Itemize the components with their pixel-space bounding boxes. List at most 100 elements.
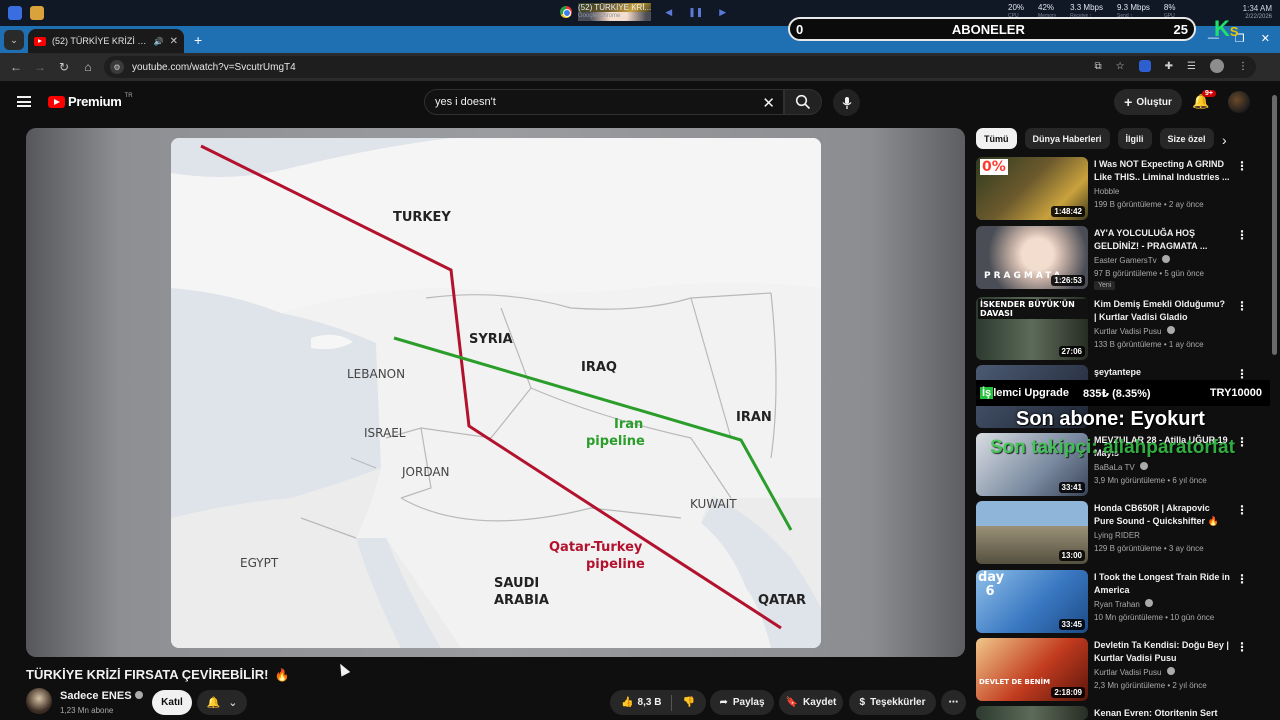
- video-player[interactable]: TURKEY SYRIA IRAQ IRAN SAUDI ARABIA QATA…: [26, 128, 965, 657]
- page-scrollbar[interactable]: [1272, 95, 1277, 355]
- video-thumbnail[interactable]: [976, 706, 1088, 720]
- site-info-icon[interactable]: ⚙: [110, 60, 124, 74]
- install-app-icon[interactable]: ⧉: [1095, 61, 1102, 72]
- address-bar[interactable]: ⚙ youtube.com/watch?v=SvcutrUmgT4 ⧉ ☆ ✚ …: [104, 56, 1256, 78]
- rec-channel[interactable]: Ryan Trahan: [1094, 598, 1154, 611]
- kebab-menu-icon[interactable]: ⋮: [1236, 503, 1248, 517]
- rec-channel[interactable]: Lying RIDER: [1094, 529, 1140, 542]
- close-window-icon[interactable]: ✕: [1261, 32, 1270, 45]
- back-icon[interactable]: ←: [4, 60, 28, 74]
- recommendation-item[interactable]: 0% 1:48:42 I Was NOT Expecting A GRIND L…: [976, 157, 1266, 221]
- map-label-qt-pipeline-1: Qatar-Turkey: [549, 540, 643, 555]
- rec-title[interactable]: şeytantepe: [1094, 366, 1230, 379]
- save-button[interactable]: 🔖 Kaydet: [779, 690, 843, 715]
- kebab-menu-icon[interactable]: ⋮: [1236, 299, 1248, 313]
- recommendation-item[interactable]: İSKENDER BÜYÜK'ÜN DAVASI 27:06 Kim Demiş…: [976, 297, 1266, 361]
- video-thumbnail[interactable]: day 6 33:45: [976, 570, 1088, 633]
- media-pause-icon[interactable]: ❚❚: [688, 7, 703, 18]
- dislike-button[interactable]: 👎: [682, 697, 694, 708]
- app-icon[interactable]: [8, 6, 22, 20]
- extension-icon[interactable]: [1138, 60, 1151, 72]
- chip-world-news[interactable]: Dünya Haberleri: [1024, 128, 1110, 149]
- clock[interactable]: 1:34 AM 2/22/2026: [1243, 4, 1272, 22]
- voice-search-button[interactable]: [833, 89, 860, 116]
- taskbar-chrome-window[interactable]: (52) TÜRKİYE KRİ... Google Chrome ◀ ❚❚ ▶: [560, 3, 726, 21]
- video-thumbnail[interactable]: İSKENDER BÜYÜK'ÜN DAVASI 27:06: [976, 297, 1088, 360]
- rec-stats: 10 Mn görüntüleme • 10 gün önce: [1094, 613, 1215, 622]
- rec-title[interactable]: I Took the Longest Train Ride in America: [1094, 571, 1230, 597]
- bookmark-star-icon[interactable]: ☆: [1116, 61, 1125, 72]
- rec-channel[interactable]: Kurtlar Vadisi Pusu: [1094, 666, 1175, 679]
- recommendation-item[interactable]: day 6 33:45 I Took the Longest Train Rid…: [976, 570, 1266, 634]
- browser-menu-icon[interactable]: ⋮: [1238, 61, 1248, 72]
- kebab-menu-icon[interactable]: ⋮: [1236, 228, 1248, 242]
- rec-title[interactable]: Honda CB650R | Akrapovic Pure Sound - Qu…: [1094, 502, 1230, 528]
- rec-title[interactable]: Kenan Evren: Otoritenin Sert: [1094, 707, 1230, 720]
- video-thumbnail[interactable]: 13:00: [976, 501, 1088, 564]
- rec-title[interactable]: Kim Demiş Emekli Olduğumu? | Kurtlar Vad…: [1094, 298, 1230, 324]
- rec-channel[interactable]: Easter GamersTv: [1094, 254, 1170, 267]
- channel-name[interactable]: Sadece ENES: [60, 690, 143, 702]
- map-label-saudi-1: SAUDI: [494, 576, 539, 591]
- thanks-label: Teşekkürler: [870, 697, 926, 708]
- notification-count-badge: 9+: [1202, 90, 1216, 97]
- account-avatar[interactable]: [1228, 91, 1250, 113]
- browser-tab-active[interactable]: (52) TÜRKİYE KRİZİ FIRSATA 🔊 ✕: [28, 29, 184, 53]
- like-button[interactable]: 👍 8,3 B: [621, 697, 661, 708]
- folder-icon[interactable]: [30, 6, 44, 20]
- create-button[interactable]: + Oluştur: [1114, 89, 1182, 115]
- extensions-puzzle-icon[interactable]: ✚: [1165, 61, 1173, 72]
- chevron-right-icon[interactable]: ›: [1222, 132, 1227, 148]
- rec-channel-text: Ryan Trahan: [1094, 600, 1140, 609]
- media-prev-icon[interactable]: ◀: [665, 7, 672, 18]
- donation-goal-overlay: İş lemci Upgrade 835₺ (8.35%) TRY10000: [976, 380, 1270, 406]
- verified-icon: [1140, 462, 1149, 470]
- rec-stats: 129 B görüntüleme • 3 ay önce: [1094, 544, 1204, 553]
- forward-icon[interactable]: →: [28, 60, 52, 74]
- kebab-menu-icon[interactable]: ⋮: [1236, 159, 1248, 173]
- chip-related[interactable]: İlgili: [1117, 128, 1152, 149]
- kebab-menu-icon[interactable]: ⋮: [1236, 435, 1248, 449]
- kebab-menu-icon[interactable]: ⋮: [1236, 367, 1248, 381]
- join-button[interactable]: Katıl: [152, 690, 192, 715]
- youtube-favicon-icon: [34, 36, 46, 46]
- tab-search-icon[interactable]: ⌄: [4, 30, 24, 50]
- rec-channel[interactable]: Hobble: [1094, 185, 1119, 198]
- video-thumbnail[interactable]: DEVLET DE BENİM 2:18:09: [976, 638, 1088, 701]
- rec-title[interactable]: AY'A YOLCULUĞA HOŞ GELDİNİZ! - PRAGMATA …: [1094, 227, 1230, 253]
- tab-close-icon[interactable]: ✕: [170, 36, 178, 47]
- profile-avatar-icon[interactable]: [1210, 59, 1224, 73]
- media-next-icon[interactable]: ▶: [719, 7, 726, 18]
- search-input[interactable]: yes i doesn't ✕: [424, 89, 784, 115]
- tab-audio-icon[interactable]: 🔊: [154, 37, 164, 46]
- recommendation-item[interactable]: 13:00 Honda CB650R | Akrapovic Pure Soun…: [976, 501, 1266, 565]
- chip-for-you[interactable]: Size özel: [1159, 128, 1214, 149]
- recommendation-item[interactable]: PRAGMATA 1:26:53 AY'A YOLCULUĞA HOŞ GELD…: [976, 226, 1266, 290]
- new-tab-icon[interactable]: +: [194, 32, 202, 48]
- recommendation-item[interactable]: Kenan Evren: Otoritenin Sert: [976, 706, 1266, 720]
- rec-channel[interactable]: BaBaLa TV: [1094, 461, 1149, 474]
- rec-title[interactable]: I Was NOT Expecting A GRIND Like THIS.. …: [1094, 158, 1230, 184]
- rec-title[interactable]: Devletin Ta Kendisi: Doğu Bey | Kurtlar …: [1094, 639, 1230, 665]
- more-actions-button[interactable]: ⋯: [941, 690, 966, 715]
- channel-avatar[interactable]: [26, 688, 52, 714]
- recommendation-item[interactable]: DEVLET DE BENİM 2:18:09 Devletin Ta Kend…: [976, 638, 1266, 702]
- video-thumbnail[interactable]: PRAGMATA 1:26:53: [976, 226, 1088, 289]
- video-thumbnail[interactable]: 0% 1:48:42: [976, 157, 1088, 220]
- menu-icon[interactable]: [17, 96, 31, 107]
- clear-search-icon[interactable]: ✕: [762, 94, 775, 112]
- reading-list-icon[interactable]: ☰: [1187, 61, 1196, 72]
- chip-all[interactable]: Tümü: [976, 128, 1017, 149]
- share-button[interactable]: ➦ Paylaş: [710, 690, 774, 715]
- reload-icon[interactable]: ↻: [52, 60, 76, 74]
- kebab-menu-icon[interactable]: ⋮: [1236, 572, 1248, 586]
- thanks-button[interactable]: $ Teşekkürler: [849, 690, 936, 715]
- home-icon[interactable]: ⌂: [76, 60, 100, 74]
- map-label-iraq: IRAQ: [581, 360, 617, 375]
- youtube-logo[interactable]: Premium TR: [48, 93, 133, 109]
- kebab-menu-icon[interactable]: ⋮: [1236, 640, 1248, 654]
- subscription-bell-button[interactable]: 🔔 ⌄: [197, 690, 247, 715]
- mouse-cursor-icon: [335, 661, 351, 677]
- rec-channel[interactable]: Kurtlar Vadisi Pusu: [1094, 325, 1175, 338]
- search-button[interactable]: [784, 89, 822, 115]
